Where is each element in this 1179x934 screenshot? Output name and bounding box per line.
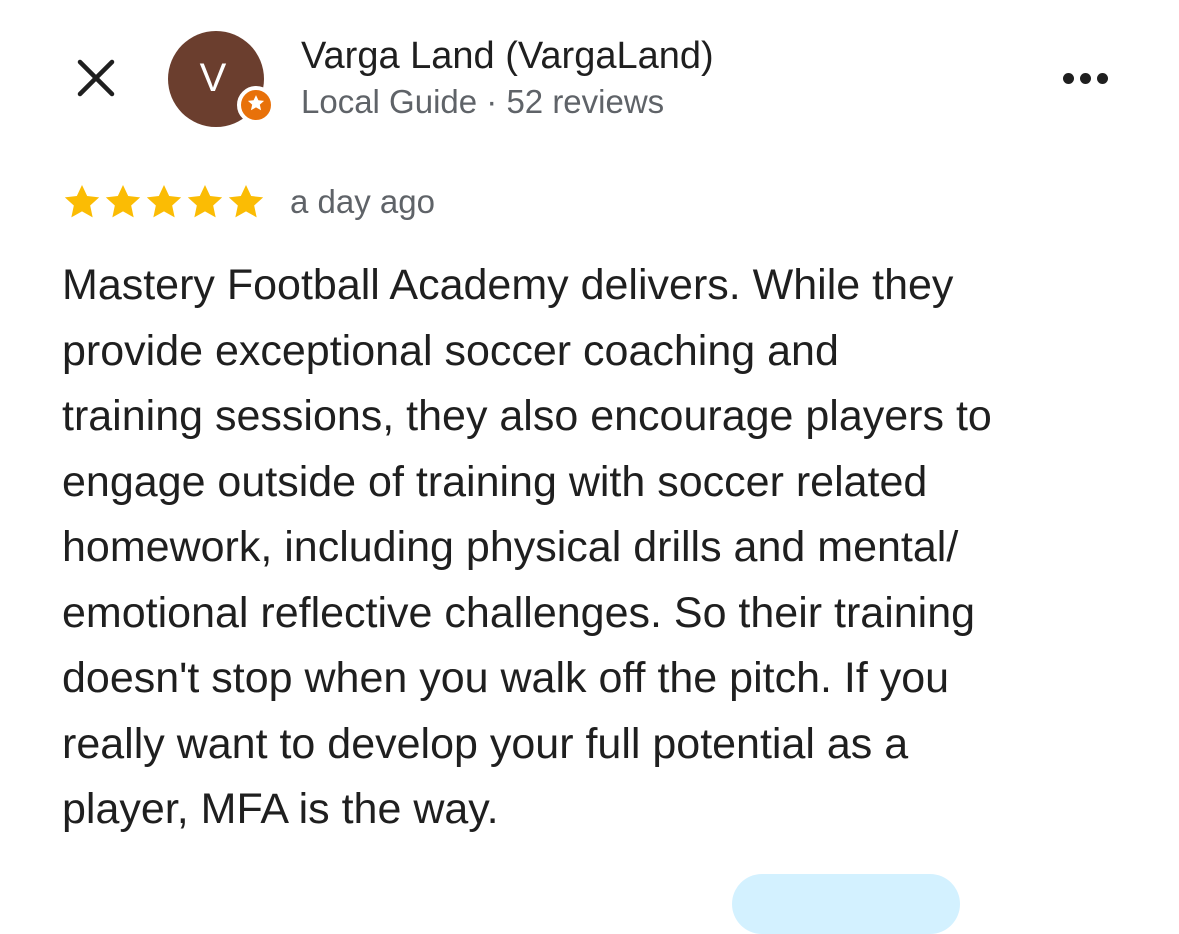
avatar-letter: V: [199, 55, 227, 100]
reviewer-meta: Local Guide · 52 reviews: [301, 83, 665, 120]
star-icon: [228, 185, 264, 218]
star-icon: [64, 185, 100, 218]
review-text-line: player, MFA is the way.: [62, 785, 499, 833]
close-button[interactable]: [68, 52, 124, 108]
review-text-line: Mastery Football Academy delivers. While…: [62, 261, 954, 309]
review-text-line: emotional reflective challenges. So thei…: [62, 588, 976, 637]
avatar-container: V: [168, 31, 275, 131]
bottom-chip-partial[interactable]: [732, 874, 960, 934]
review-time: a day ago: [290, 183, 435, 220]
rating-row: a day ago: [62, 178, 435, 226]
reviewer-name[interactable]: Varga Land (VargaLand): [301, 33, 714, 79]
star-icon: [146, 185, 182, 218]
star-rating: [62, 182, 266, 222]
close-icon: [76, 58, 116, 103]
review-text-line: really want to develop your full potenti…: [62, 719, 909, 768]
review-text-line: provide exceptional soccer coaching and: [62, 326, 839, 375]
star-icon: [105, 185, 141, 218]
star-badge-icon: [246, 93, 266, 118]
more-options-button[interactable]: [1050, 56, 1120, 100]
local-guide-badge: [237, 86, 275, 124]
review-text-line: engage outside of training with soccer r…: [62, 457, 928, 506]
review-text: Mastery Football Academy delivers. While…: [62, 253, 1142, 843]
more-horizontal-icon: [1062, 72, 1108, 84]
review-text-line: training sessions, they also encourage p…: [62, 392, 992, 440]
review-text-line: homework, including physical drills and …: [62, 523, 959, 571]
review-text-line: doesn't stop when you walk off the pitch…: [62, 654, 950, 702]
star-icon: [187, 185, 223, 218]
reviewer-info: Varga Land (VargaLand) Local Guide · 52 …: [301, 33, 714, 123]
